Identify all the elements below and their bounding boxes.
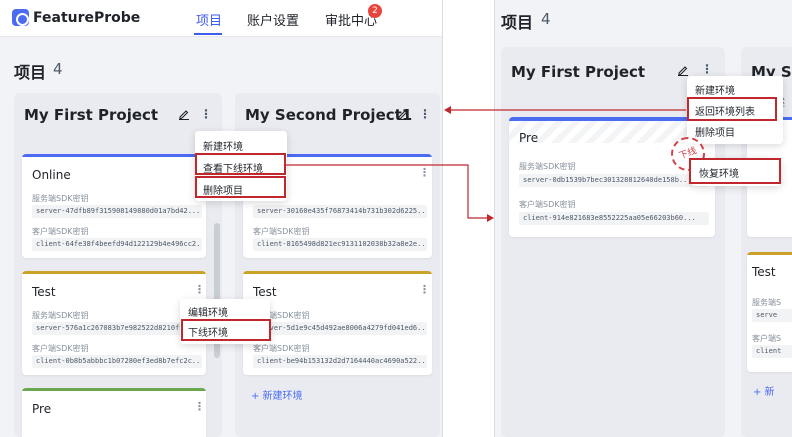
arrow-head-right [487,214,494,222]
arrow-head-left [444,106,451,114]
arrow-to-offline-view [286,164,488,219]
annotation-arrows [286,106,686,222]
